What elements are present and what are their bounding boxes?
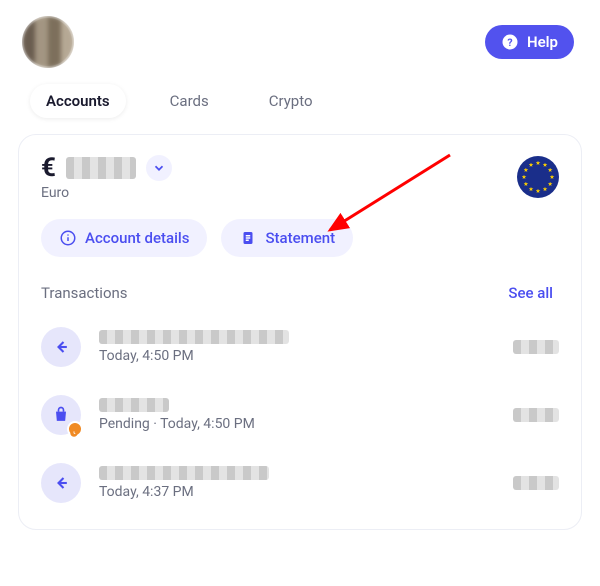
currency-name: Euro	[41, 185, 172, 201]
balance-row: € Euro	[41, 153, 559, 201]
transaction-title-redacted	[99, 466, 269, 480]
currency-symbol: €	[41, 153, 56, 183]
transactions-title: Transactions	[41, 284, 128, 302]
svg-text:?: ?	[507, 36, 512, 49]
transaction-row[interactable]: Today, 4:50 PM	[41, 313, 559, 381]
transaction-title-redacted	[99, 330, 289, 344]
arrow-left-icon	[51, 473, 71, 493]
arrow-left-icon	[51, 337, 71, 357]
transaction-title-redacted	[99, 398, 169, 412]
account-details-label: Account details	[85, 229, 189, 247]
clock-icon	[69, 428, 79, 438]
chevron-down-icon	[152, 161, 166, 175]
eu-flag-icon	[517, 156, 559, 198]
transaction-subline: Pending · Today, 4:50 PM	[99, 416, 495, 432]
tab-accounts[interactable]: Accounts	[30, 84, 126, 118]
transaction-amount-redacted	[513, 408, 559, 422]
balance-amount: €	[41, 153, 172, 183]
statement-icon	[239, 229, 257, 247]
transactions-header: Transactions See all	[41, 283, 559, 303]
transaction-row[interactable]: Today, 4:37 PM	[41, 449, 559, 517]
app-header: ? Help	[0, 0, 600, 76]
transaction-row[interactable]: Pending · Today, 4:50 PM	[41, 381, 559, 449]
transaction-subline: Today, 4:50 PM	[99, 348, 495, 364]
help-button[interactable]: ? Help	[485, 25, 574, 59]
tabs: Accounts Cards Crypto	[0, 76, 600, 130]
balance-value-redacted	[66, 157, 136, 179]
avatar[interactable]	[22, 16, 74, 68]
info-icon	[59, 229, 77, 247]
statement-button[interactable]: Statement	[221, 219, 353, 257]
see-all-button[interactable]: See all	[502, 283, 559, 303]
bag-icon	[51, 405, 71, 425]
help-icon: ?	[501, 33, 519, 51]
account-actions: Account details Statement	[41, 219, 559, 257]
incoming-icon	[41, 327, 81, 367]
transaction-amount-redacted	[513, 476, 559, 490]
tab-crypto[interactable]: Crypto	[253, 84, 329, 118]
help-label: Help	[527, 33, 558, 51]
account-card: € Euro Account details	[18, 134, 582, 530]
purchase-icon	[41, 395, 81, 435]
tab-cards[interactable]: Cards	[154, 84, 225, 118]
incoming-icon	[41, 463, 81, 503]
account-details-button[interactable]: Account details	[41, 219, 207, 257]
statement-label: Statement	[265, 229, 335, 247]
balance-dropdown-button[interactable]	[146, 155, 172, 181]
transaction-amount-redacted	[513, 340, 559, 354]
pending-badge	[67, 421, 83, 437]
transaction-subline: Today, 4:37 PM	[99, 484, 495, 500]
